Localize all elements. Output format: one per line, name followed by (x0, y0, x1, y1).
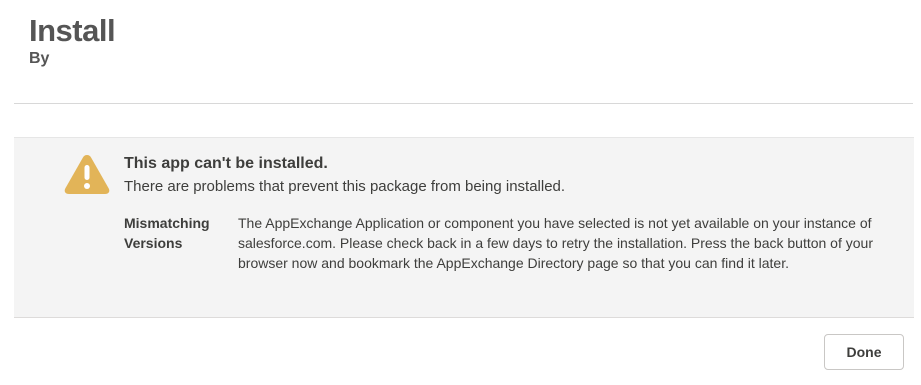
install-page: Install By This app can't be installed. … (0, 0, 921, 385)
page-header: Install By (29, 12, 116, 69)
detail-text: The AppExchange Application or component… (238, 215, 873, 271)
error-subtitle: There are problems that prevent this pac… (124, 178, 566, 195)
header-divider (14, 103, 913, 104)
page-title: Install (29, 13, 116, 48)
error-panel: This app can't be installed. There are p… (14, 137, 914, 318)
error-title: This app can't be installed. (124, 155, 328, 172)
warning-icon (63, 152, 111, 196)
page-subtitle: By (29, 50, 50, 67)
detail-label: Mismatching Versions (124, 215, 210, 251)
done-button[interactable]: Done (824, 334, 904, 370)
